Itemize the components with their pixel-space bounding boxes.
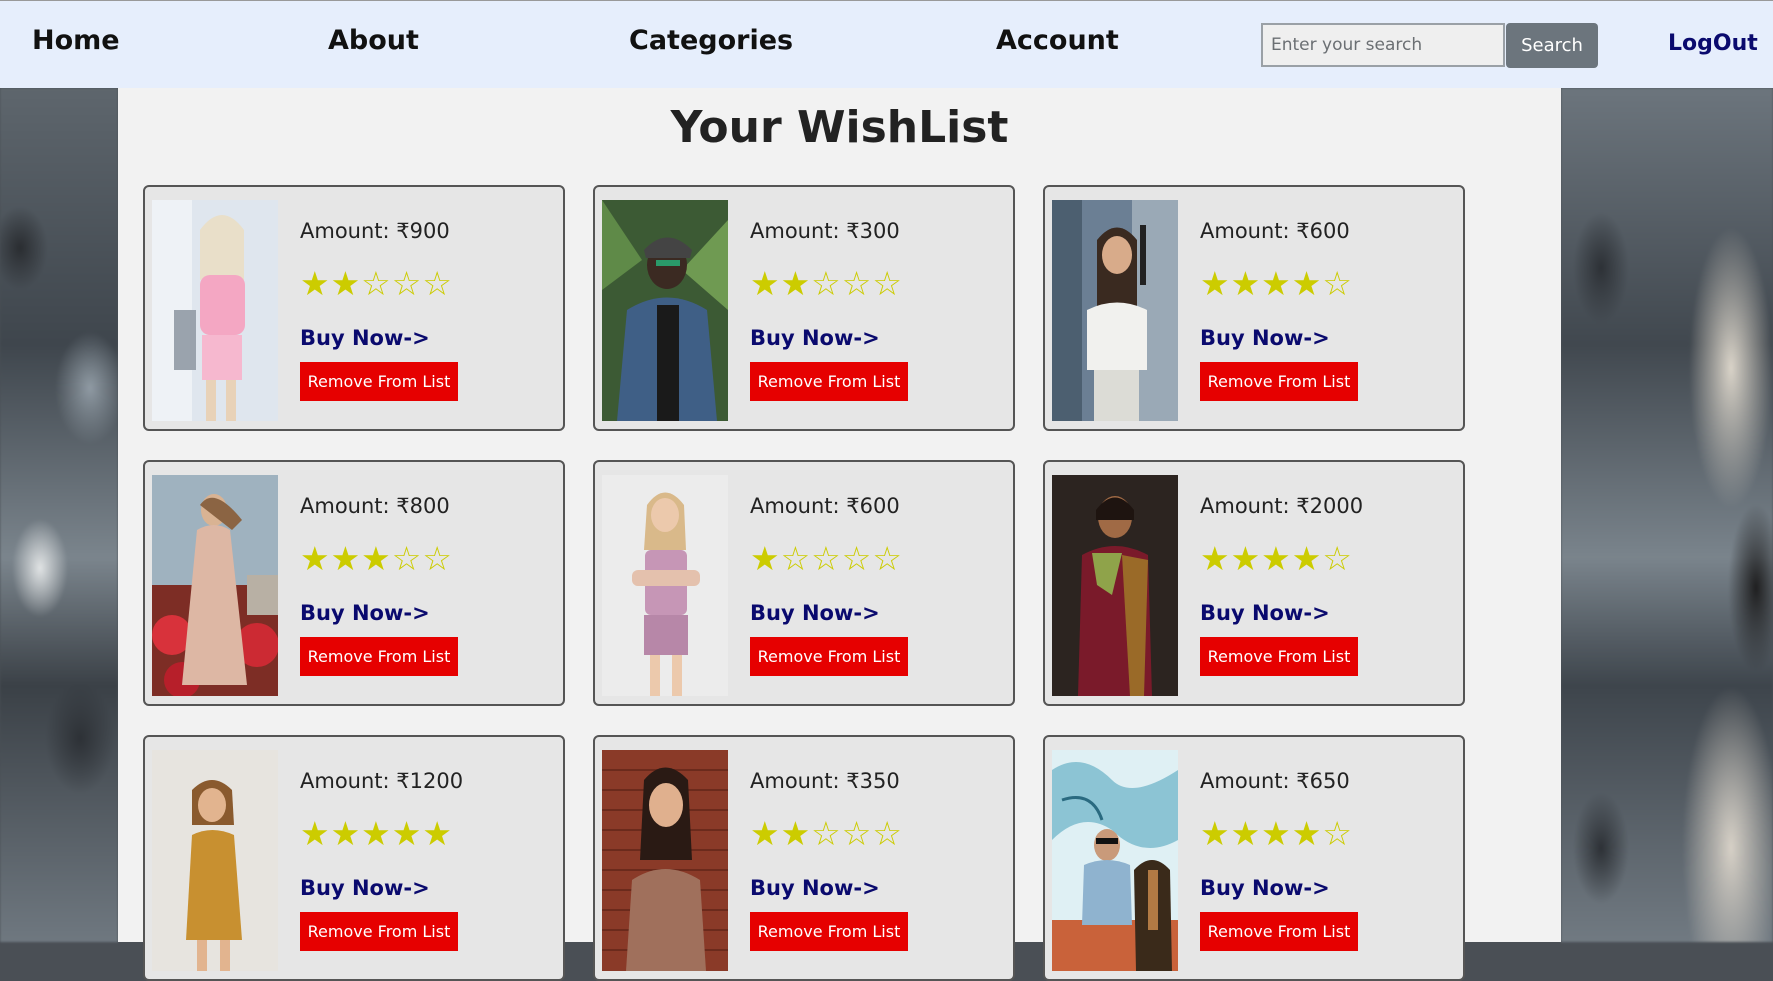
product-image[interactable] [152,750,278,971]
background-image-right [1561,88,1773,942]
item-amount: Amount: ₹600 [750,494,900,518]
star-rating: ★★★★☆ [1200,264,1353,303]
remove-from-list-button[interactable]: Remove From List [750,637,908,676]
star-rating: ★★☆☆☆ [300,264,453,303]
remove-from-list-button[interactable]: Remove From List [1200,637,1358,676]
buy-now-link[interactable]: Buy Now-> [750,601,880,625]
star-rating: ★☆☆☆☆ [750,539,903,578]
buy-now-link[interactable]: Buy Now-> [300,601,430,625]
item-amount: Amount: ₹800 [300,494,450,518]
nav-home[interactable]: Home [32,25,120,56]
buy-now-link[interactable]: Buy Now-> [750,326,880,350]
product-image[interactable] [152,200,278,421]
item-amount: Amount: ₹300 [750,219,900,243]
item-amount: Amount: ₹2000 [1200,494,1364,518]
star-rating: ★★★☆☆ [300,539,453,578]
search-button[interactable]: Search [1506,23,1598,68]
star-rating: ★★★★☆ [1200,814,1353,853]
item-amount: Amount: ₹1200 [300,769,464,793]
remove-from-list-button[interactable]: Remove From List [300,912,458,951]
buy-now-link[interactable]: Buy Now-> [1200,601,1330,625]
wishlist-card: Amount: ₹1200 ★★★★★ Buy Now-> Remove Fro… [143,735,565,981]
wishlist-panel: Your WishList Amount: ₹900 ★★☆☆☆ Buy Now… [118,88,1561,981]
star-rating: ★★★★☆ [1200,539,1353,578]
search-input[interactable] [1261,23,1505,67]
product-image[interactable] [1052,750,1178,971]
product-image[interactable] [1052,200,1178,421]
remove-from-list-button[interactable]: Remove From List [300,362,458,401]
remove-from-list-button[interactable]: Remove From List [750,362,908,401]
item-amount: Amount: ₹350 [750,769,900,793]
nav-about[interactable]: About [328,25,419,56]
star-rating: ★★★★★ [300,814,453,853]
buy-now-link[interactable]: Buy Now-> [1200,876,1330,900]
remove-from-list-button[interactable]: Remove From List [300,637,458,676]
logout-link[interactable]: LogOut [1668,31,1758,56]
product-image[interactable] [152,475,278,696]
product-image[interactable] [602,475,728,696]
buy-now-link[interactable]: Buy Now-> [300,326,430,350]
remove-from-list-button[interactable]: Remove From List [1200,362,1358,401]
star-rating: ★★☆☆☆ [750,264,903,303]
item-amount: Amount: ₹650 [1200,769,1350,793]
product-image[interactable] [602,200,728,421]
product-image[interactable] [1052,475,1178,696]
item-amount: Amount: ₹900 [300,219,450,243]
page-title: Your WishList [670,102,1009,153]
buy-now-link[interactable]: Buy Now-> [300,876,430,900]
wishlist-card: Amount: ₹300 ★★☆☆☆ Buy Now-> Remove From… [593,185,1015,431]
buy-now-link[interactable]: Buy Now-> [1200,326,1330,350]
remove-from-list-button[interactable]: Remove From List [1200,912,1358,951]
nav-account[interactable]: Account [996,25,1119,56]
item-amount: Amount: ₹600 [1200,219,1350,243]
nav-categories[interactable]: Categories [629,25,793,56]
wishlist-card: Amount: ₹600 ★☆☆☆☆ Buy Now-> Remove From… [593,460,1015,706]
remove-from-list-button[interactable]: Remove From List [750,912,908,951]
product-image[interactable] [602,750,728,971]
navbar: Home About Categories Account Search Log… [0,0,1773,88]
wishlist-card: Amount: ₹600 ★★★★☆ Buy Now-> Remove From… [1043,185,1465,431]
wishlist-card: Amount: ₹900 ★★☆☆☆ Buy Now-> Remove From… [143,185,565,431]
wishlist-card: Amount: ₹650 ★★★★☆ Buy Now-> Remove From… [1043,735,1465,981]
wishlist-card: Amount: ₹2000 ★★★★☆ Buy Now-> Remove Fro… [1043,460,1465,706]
buy-now-link[interactable]: Buy Now-> [750,876,880,900]
wishlist-card: Amount: ₹800 ★★★☆☆ Buy Now-> Remove From… [143,460,565,706]
wishlist-card: Amount: ₹350 ★★☆☆☆ Buy Now-> Remove From… [593,735,1015,981]
star-rating: ★★☆☆☆ [750,814,903,853]
background-image-left [0,88,118,942]
